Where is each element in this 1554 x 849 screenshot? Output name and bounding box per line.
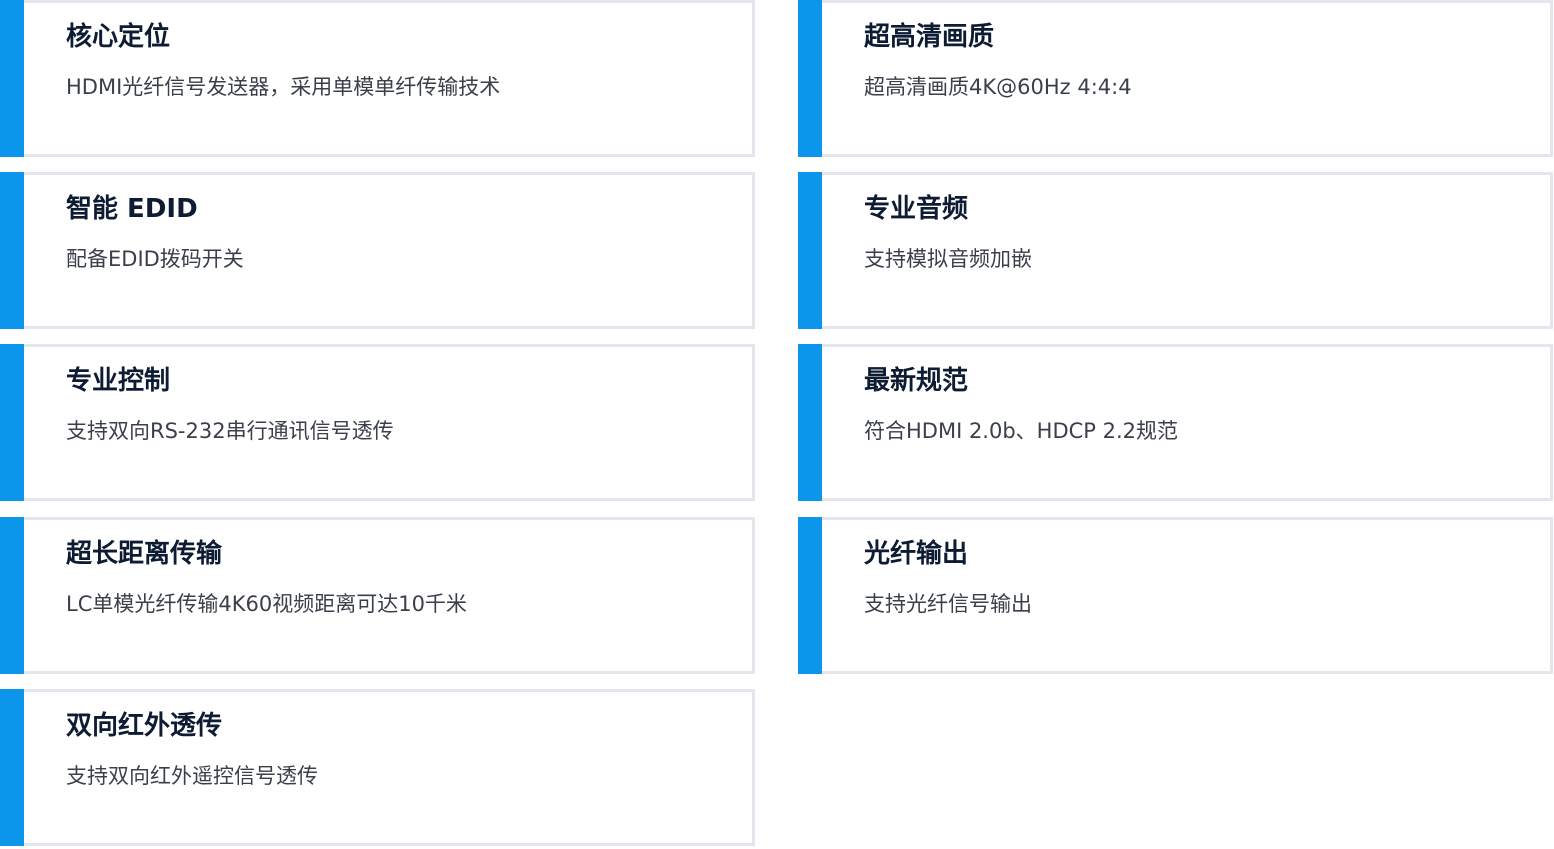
card-accent-bar: [798, 172, 822, 329]
feature-title: 双向红外透传: [66, 711, 223, 741]
feature-description: 符合HDMI 2.0b、HDCP 2.2规范: [864, 419, 1179, 443]
card-accent-bar: [798, 0, 822, 157]
feature-card-pro-control: 专业控制 支持双向RS-232串行通讯信号透传: [0, 344, 755, 501]
feature-title: 光纤输出: [864, 539, 969, 569]
feature-description: HDMI光纤信号发送器，采用单模单纤传输技术: [66, 75, 501, 99]
feature-description: 配备EDID拨码开关: [66, 247, 244, 271]
card-accent-bar: [0, 172, 24, 329]
feature-card-core-positioning: 核心定位 HDMI光纤信号发送器，采用单模单纤传输技术: [0, 0, 755, 157]
feature-description: 支持双向RS-232串行通讯信号透传: [66, 419, 394, 443]
card-accent-bar: [0, 344, 24, 501]
feature-card-ir-passthrough: 双向红外透传 支持双向红外遥控信号透传: [0, 689, 755, 846]
card-accent-bar: [0, 0, 24, 157]
feature-card-pro-audio: 专业音频 支持模拟音频加嵌: [798, 172, 1553, 329]
feature-description: 支持模拟音频加嵌: [864, 247, 1032, 271]
feature-description: LC单模光纤传输4K60视频距离可达10千米: [66, 592, 467, 616]
card-accent-bar: [0, 689, 24, 846]
card-accent-bar: [798, 344, 822, 501]
feature-description: 超高清画质4K@60Hz 4:4:4: [864, 75, 1132, 99]
card-accent-bar: [0, 517, 24, 674]
feature-title: 核心定位: [66, 22, 171, 52]
feature-description: 支持光纤信号输出: [864, 592, 1032, 616]
feature-card-uhd-quality: 超高清画质 超高清画质4K@60Hz 4:4:4: [798, 0, 1553, 157]
feature-card-fiber-output: 光纤输出 支持光纤信号输出: [798, 517, 1553, 674]
feature-card-smart-edid: 智能 EDID 配备EDID拨码开关: [0, 172, 755, 329]
feature-title: 专业控制: [66, 366, 171, 396]
feature-card-latest-spec: 最新规范 符合HDMI 2.0b、HDCP 2.2规范: [798, 344, 1553, 501]
feature-title: 最新规范: [864, 366, 969, 396]
feature-description: 支持双向红外遥控信号透传: [66, 764, 318, 788]
feature-title: 智能 EDID: [66, 194, 198, 224]
card-accent-bar: [798, 517, 822, 674]
feature-title: 专业音频: [864, 194, 969, 224]
feature-title: 超高清画质: [864, 22, 995, 52]
feature-title: 超长距离传输: [66, 539, 223, 569]
feature-card-long-distance: 超长距离传输 LC单模光纤传输4K60视频距离可达10千米: [0, 517, 755, 674]
